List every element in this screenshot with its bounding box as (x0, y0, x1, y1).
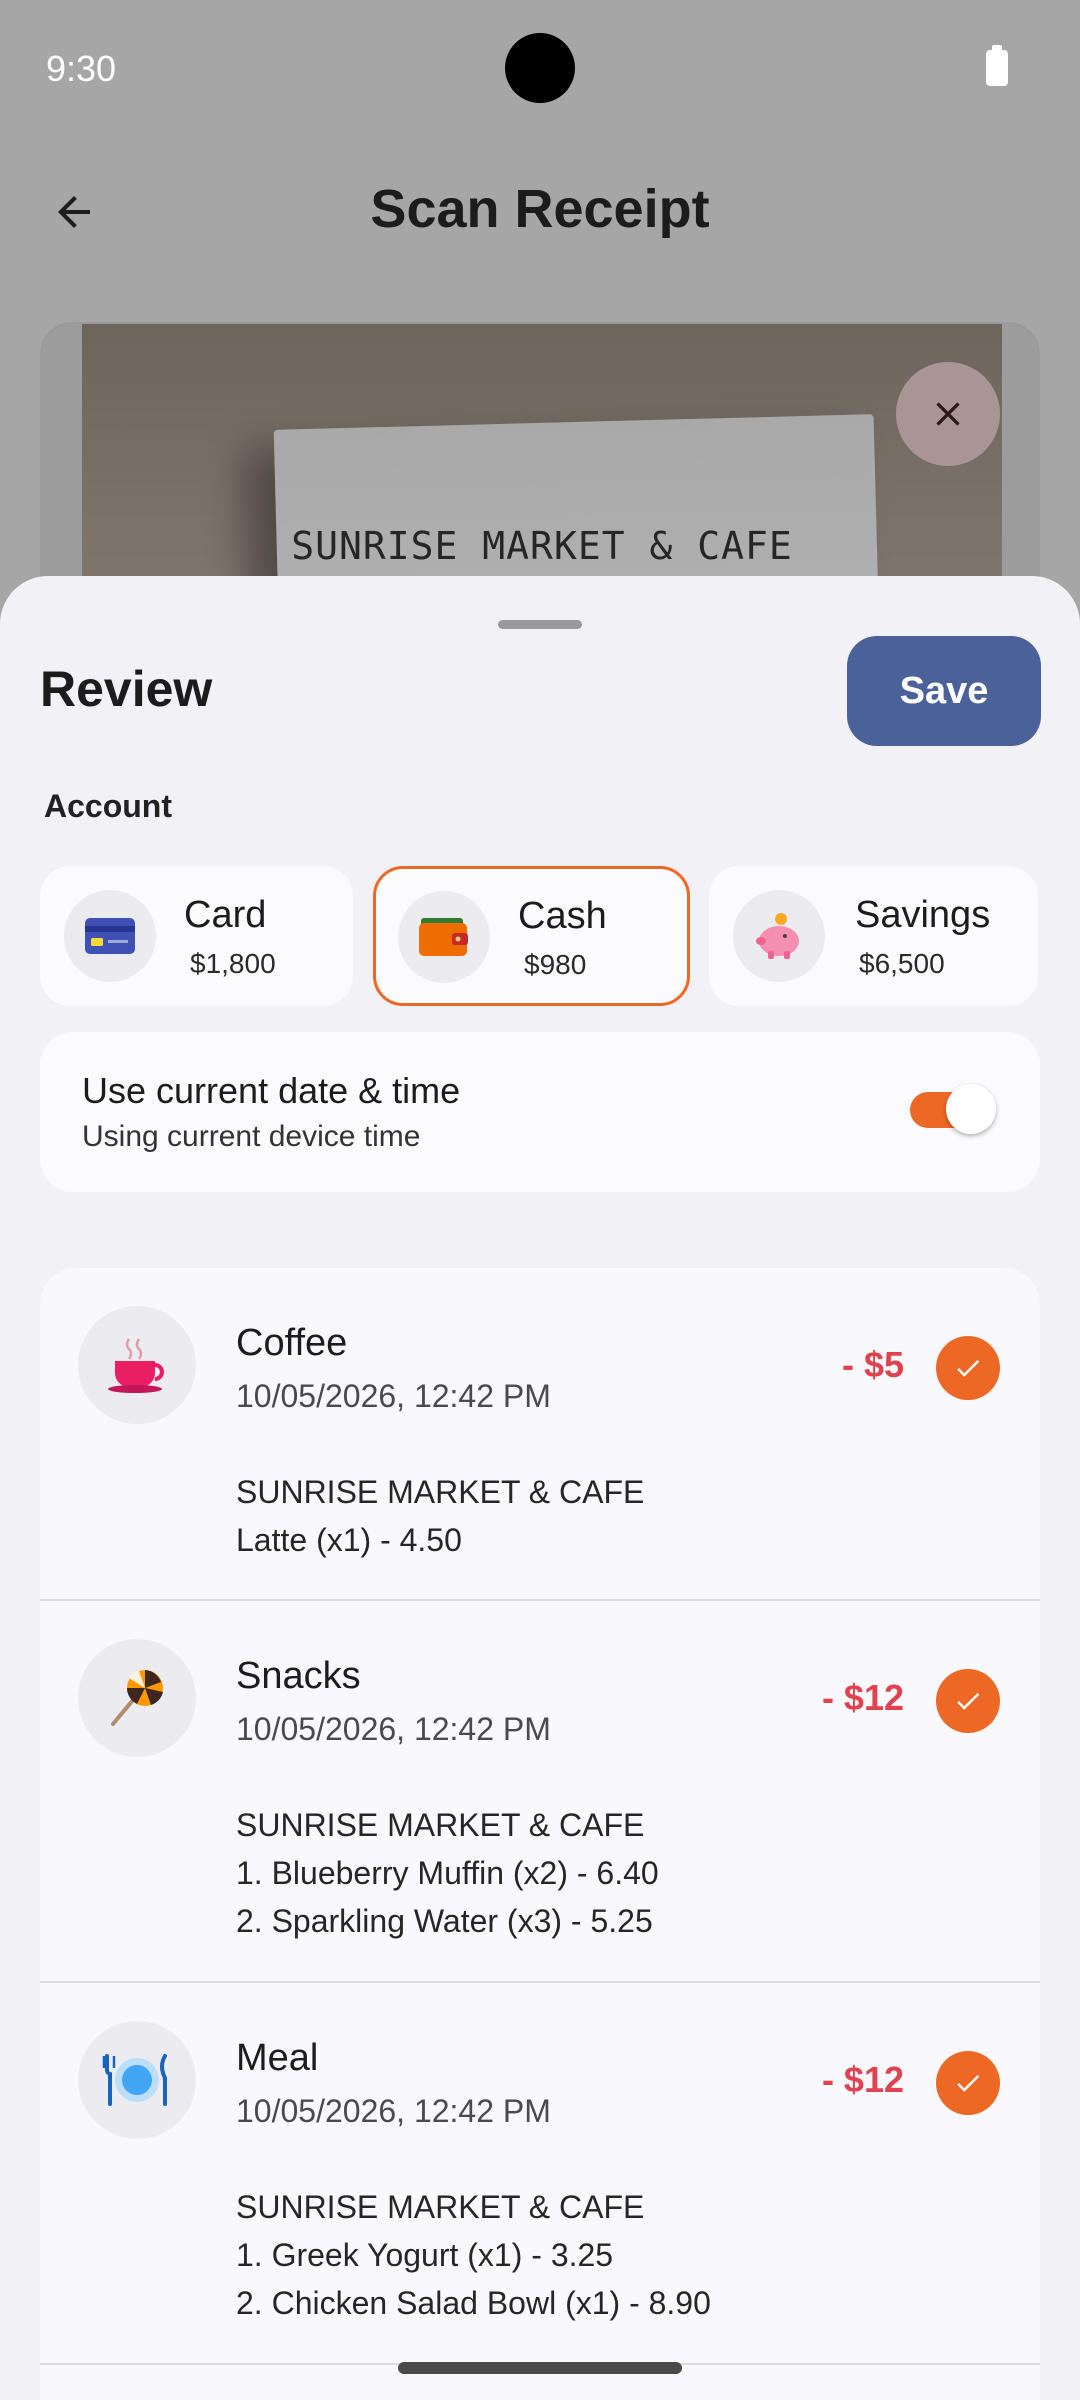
transaction-category: Meal (236, 2037, 319, 2079)
note-line: 2. Sparkling Water (x3) - 5.25 (236, 1903, 653, 1939)
top-app-bar: Scan Receipt (0, 150, 1080, 270)
transaction-item[interactable]: Meal 10/05/2026, 12:42 PM - $12 SUNRISE … (40, 1983, 1040, 2365)
check-icon (957, 1693, 980, 1710)
account-chip-card[interactable]: Card $1,800 (40, 866, 353, 1006)
page-title: Scan Receipt (370, 179, 710, 239)
account-name: Cash (518, 895, 607, 937)
credit-card-icon (64, 890, 156, 982)
transaction-date: 10/05/2026, 12:42 PM (236, 1711, 551, 1747)
check-icon (957, 1360, 980, 1377)
account-name: Savings (855, 894, 991, 936)
transaction-list: Coffee 10/05/2026, 12:42 PM - $5 SUNRISE… (40, 1268, 1040, 2400)
note-line: SUNRISE MARKET & CAFE (236, 1474, 645, 1510)
status-bar: 9:30 (0, 0, 1080, 140)
save-button[interactable]: Save (847, 636, 1041, 746)
note-line: 1. Blueberry Muffin (x2) - 6.40 (236, 1855, 659, 1891)
transaction-date: 10/05/2026, 12:42 PM (236, 2093, 551, 2129)
note-line: 1. Greek Yogurt (x1) - 3.25 (236, 2237, 614, 2273)
transaction-note: SUNRISE MARKET & CAFE Latte (x1) - 4.50 (236, 1468, 644, 1564)
camera-cutout (505, 33, 575, 103)
account-balance: $980 (524, 949, 587, 980)
transaction-include-checkbox[interactable] (936, 1336, 1000, 1400)
current-time-toggle[interactable] (910, 1084, 996, 1134)
check-icon (957, 2075, 980, 2092)
transaction-item[interactable]: Snacks 10/05/2026, 12:42 PM - $12 SUNRIS… (40, 1601, 1040, 1983)
account-chip-savings[interactable]: Savings $6,500 (709, 866, 1038, 1006)
gesture-nav-handle[interactable] (398, 2362, 682, 2374)
transaction-note: SUNRISE MARKET & CAFE 1. Greek Yogurt (x… (236, 2183, 711, 2327)
transaction-item[interactable]: Coffee 10/05/2026, 12:42 PM - $5 SUNRISE… (40, 1268, 1040, 1601)
toggle-knob (946, 1084, 996, 1134)
datetime-subtitle: Using current device time (82, 1120, 421, 1153)
transaction-amount: - $12 (821, 1677, 904, 1718)
piggy-bank-icon (733, 890, 825, 982)
transaction-category: Coffee (236, 1322, 348, 1364)
wallet-icon (398, 891, 490, 983)
status-time: 9:30 (46, 48, 117, 89)
receipt-store-name: SUNRISE MARKET & CAFE (291, 524, 793, 568)
transaction-include-checkbox[interactable] (936, 1669, 1000, 1733)
transaction-date: 10/05/2026, 12:42 PM (236, 1378, 551, 1414)
note-line: SUNRISE MARKET & CAFE (236, 2189, 645, 2225)
note-line: 2. Chicken Salad Bowl (x1) - 8.90 (236, 2285, 711, 2321)
account-balance: $6,500 (859, 948, 945, 979)
transaction-note: SUNRISE MARKET & CAFE 1. Blueberry Muffi… (236, 1801, 659, 1945)
coffee-cup-icon (78, 1306, 196, 1424)
note-line: SUNRISE MARKET & CAFE (236, 1807, 645, 1843)
account-name: Card (184, 894, 267, 936)
account-section-label: Account (44, 788, 172, 824)
transaction-include-checkbox[interactable] (936, 2051, 1000, 2115)
drag-handle[interactable] (498, 620, 582, 629)
review-bottom-sheet: Review Save Account Card $1,800 Cash $98… (0, 576, 1080, 2400)
battery-icon (986, 45, 1008, 86)
note-line: Latte (x1) - 4.50 (236, 1522, 462, 1558)
datetime-setting-card: Use current date & time Using current de… (40, 1032, 1040, 1192)
transaction-category: Snacks (236, 1655, 361, 1697)
transaction-amount: - $5 (841, 1344, 904, 1385)
close-icon (936, 402, 960, 426)
sheet-title: Review (40, 661, 213, 717)
account-chip-cash[interactable]: Cash $980 (373, 866, 690, 1006)
plate-cutlery-icon (78, 2021, 196, 2139)
transaction-amount: - $12 (821, 2059, 904, 2100)
lollipop-icon (78, 1639, 196, 1757)
account-balance: $1,800 (190, 948, 276, 979)
remove-photo-button[interactable] (896, 362, 1000, 466)
datetime-title: Use current date & time (82, 1070, 461, 1111)
